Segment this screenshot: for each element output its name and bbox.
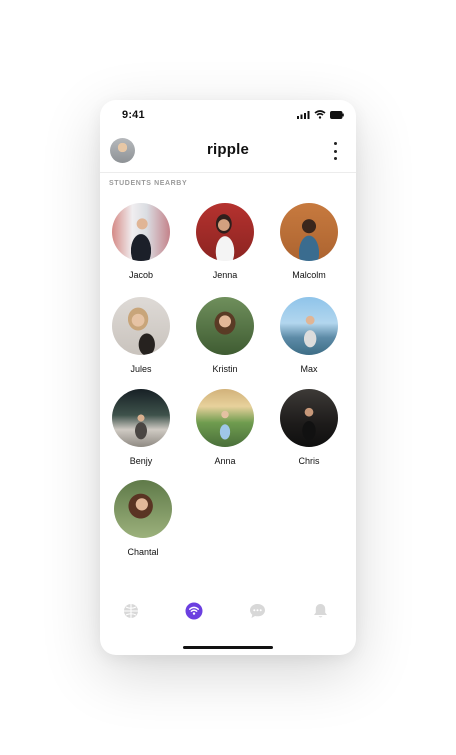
cellular-signal-icon [297, 110, 310, 119]
student-card-benjy[interactable]: Benjy [106, 389, 176, 466]
battery-icon [330, 110, 344, 119]
student-photo [280, 297, 338, 355]
home-indicator[interactable] [183, 646, 273, 649]
wifi-icon [314, 110, 326, 119]
student-name: Jacob [128, 270, 154, 280]
student-card-jules[interactable]: Jules [106, 297, 176, 374]
student-photo [280, 203, 338, 261]
student-name: Jenna [212, 270, 238, 280]
tab-notifications[interactable] [309, 600, 331, 622]
tab-explore[interactable] [120, 600, 142, 622]
status-time: 9:41 [122, 109, 145, 121]
tab-bar [100, 600, 356, 624]
student-card-malcolm[interactable]: Malcolm [274, 203, 344, 280]
student-photo [196, 389, 254, 447]
student-photo [112, 203, 170, 261]
student-name: Chris [298, 456, 320, 466]
student-name: Kristin [212, 364, 238, 374]
chat-icon [249, 604, 265, 618]
student-card-anna[interactable]: Anna [190, 389, 260, 466]
student-photo [196, 297, 254, 355]
student-card-kristin[interactable]: Kristin [190, 297, 260, 374]
student-name: Jules [130, 364, 152, 374]
section-label: STUDENTS NEARBY [109, 180, 188, 187]
radar-icon [185, 602, 203, 620]
globe-icon [124, 604, 138, 618]
stage: 9:41 ripple STUDENTS NEARBY Jacob Jenna … [0, 0, 456, 755]
student-card-chantal[interactable]: Chantal [108, 480, 178, 557]
status-bar: 9:41 [100, 100, 356, 130]
student-name: Max [300, 364, 318, 374]
student-card-jacob[interactable]: Jacob [106, 203, 176, 280]
tab-nearby[interactable] [183, 600, 205, 622]
student-card-jenna[interactable]: Jenna [190, 203, 260, 280]
student-photo [196, 203, 254, 261]
app-header: ripple [100, 134, 356, 173]
student-name: Chantal [127, 547, 159, 557]
status-icons [297, 110, 344, 119]
kebab-menu-icon[interactable] [332, 142, 338, 160]
student-photo [114, 480, 172, 538]
student-card-max[interactable]: Max [274, 297, 344, 374]
student-photo [280, 389, 338, 447]
student-card-chris[interactable]: Chris [274, 389, 344, 466]
bell-icon [313, 604, 327, 618]
student-name: Malcolm [292, 270, 326, 280]
app-title: ripple [206, 141, 250, 158]
student-name: Anna [214, 456, 236, 466]
student-name: Benjy [129, 456, 153, 466]
phone-screen: 9:41 ripple STUDENTS NEARBY Jacob Jenna … [100, 100, 356, 655]
student-photo [112, 297, 170, 355]
tab-messages[interactable] [246, 600, 268, 622]
student-photo [112, 389, 170, 447]
